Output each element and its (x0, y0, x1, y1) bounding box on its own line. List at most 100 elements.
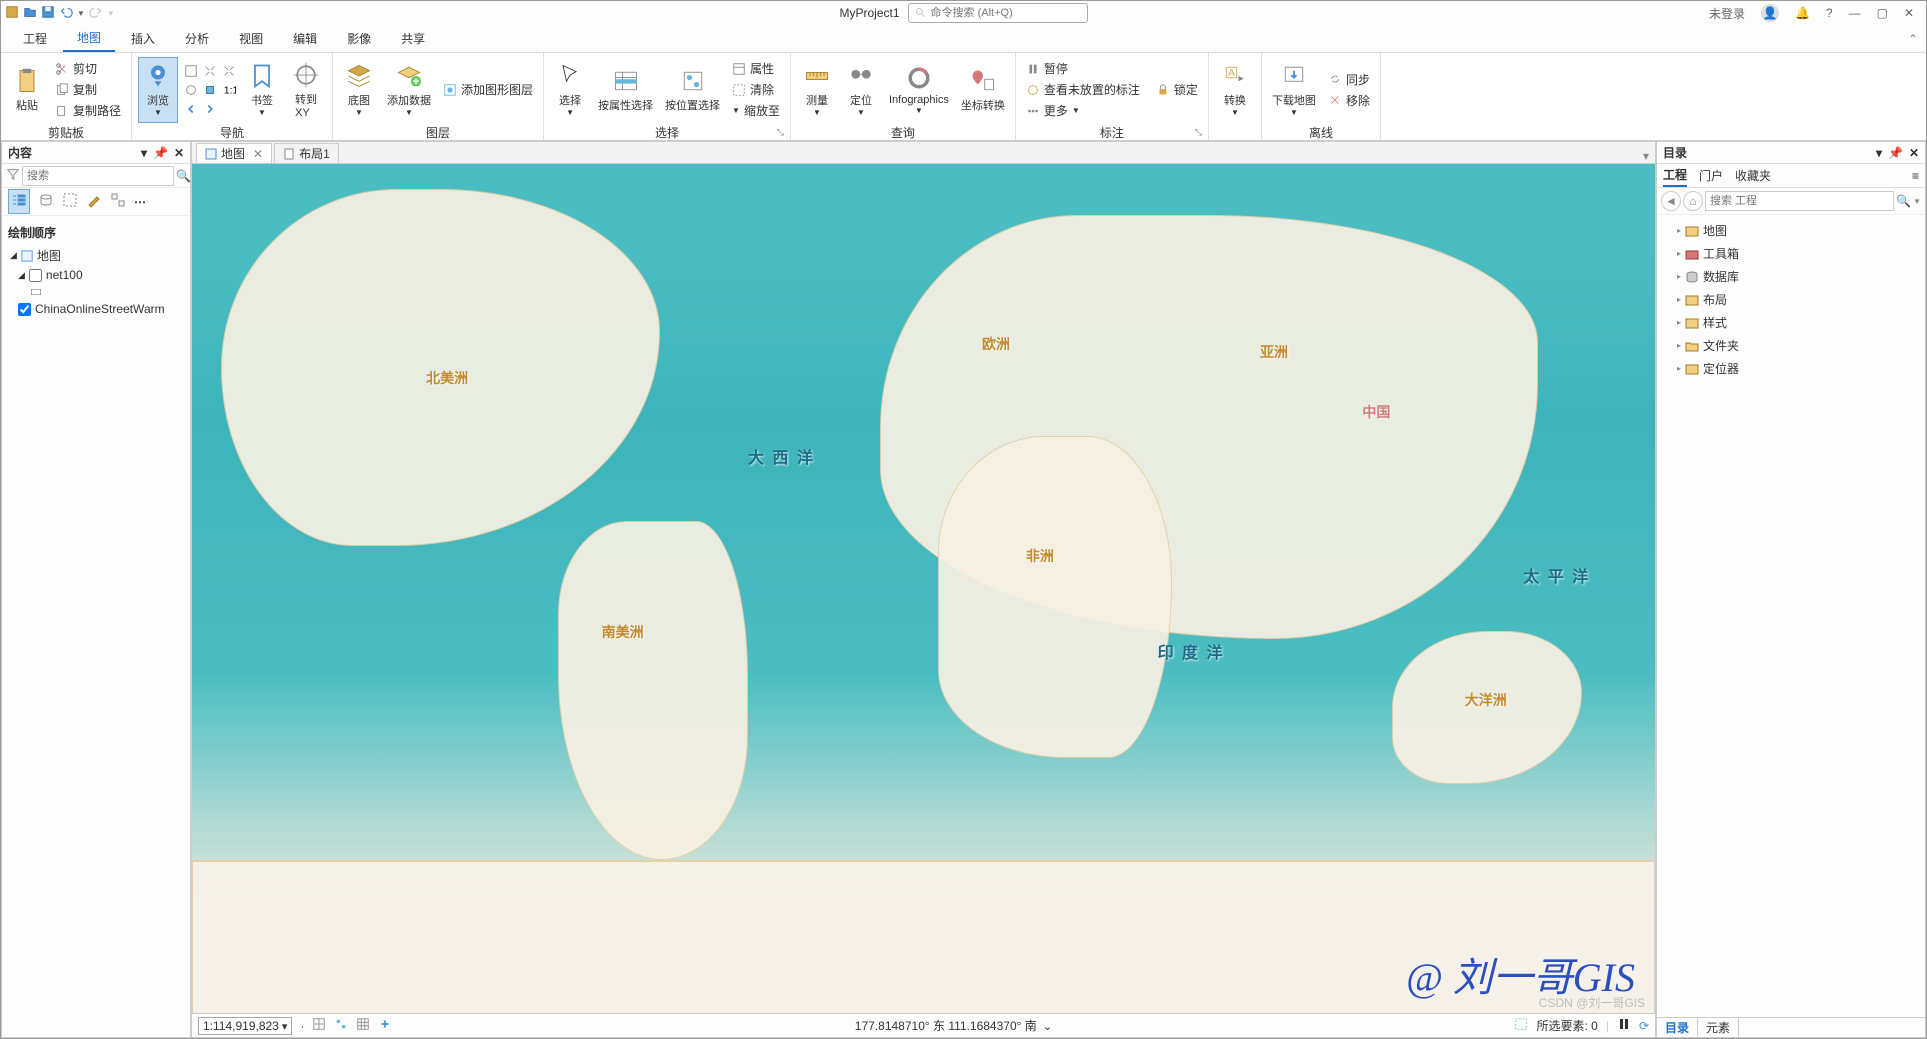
view-tab-layout[interactable]: 布局1 (274, 143, 339, 163)
status-snapping-icon[interactable] (334, 1017, 348, 1034)
bookmarks-button[interactable]: 书签▼ (242, 57, 282, 123)
open-project-icon[interactable] (23, 5, 37, 22)
list-by-drawing-order-icon[interactable] (8, 189, 30, 214)
catalog-tab-favorites[interactable]: 收藏夹 (1735, 165, 1771, 186)
list-by-snapping-icon[interactable] (110, 192, 126, 211)
catalog-item-maps[interactable]: ▸地图 (1661, 219, 1921, 242)
convert-button[interactable]: A 转换▼ (1215, 57, 1255, 123)
infographics-button[interactable]: Infographics▼ (885, 57, 953, 123)
goto-xy-button[interactable]: 转到 XY (286, 57, 326, 123)
tab-analysis[interactable]: 分析 (171, 26, 223, 51)
select-launcher-icon[interactable]: ⤡ (777, 127, 784, 138)
select-by-attr-button[interactable]: 按属性选择 (594, 57, 657, 123)
nav-back[interactable] (182, 100, 200, 118)
status-icon-1[interactable]: · (300, 1019, 304, 1033)
nav-zoom-to-sel[interactable] (201, 81, 219, 99)
catalog-autohide-icon[interactable]: 📌 (1888, 146, 1903, 160)
status-correction-icon[interactable] (378, 1017, 392, 1034)
filter-icon[interactable] (6, 167, 20, 184)
map-frame-item[interactable]: ◢ 地图 (6, 245, 186, 266)
add-data-button[interactable]: 添加数据▼ (383, 57, 435, 123)
catalog-item-styles[interactable]: ▸样式 (1661, 311, 1921, 334)
undo-icon[interactable] (59, 5, 73, 22)
nav-fixed-zoom-in[interactable] (201, 62, 219, 80)
bottom-tab-element[interactable]: 元素 (1698, 1017, 1739, 1038)
catalog-item-layouts[interactable]: ▸布局 (1661, 288, 1921, 311)
attributes-button[interactable]: 属性 (728, 59, 784, 79)
annotation-launcher-icon[interactable]: ⤡ (1195, 127, 1202, 138)
catalog-item-folders[interactable]: ▸文件夹 (1661, 334, 1921, 357)
layer-checkbox-basemap[interactable] (18, 303, 31, 316)
catalog-item-locators[interactable]: ▸定位器 (1661, 357, 1921, 380)
close-button[interactable]: ✕ (1904, 6, 1914, 20)
add-graphics-layer-button[interactable]: 添加图形图层 (439, 80, 537, 100)
nav-forward[interactable] (201, 100, 219, 118)
status-grid-icon[interactable] (356, 1017, 370, 1034)
tab-insert[interactable]: 插入 (117, 26, 169, 51)
zoom-to-selection-button[interactable]: ▼缩放至 (728, 101, 784, 121)
status-selected-icon[interactable] (1514, 1017, 1528, 1034)
nav-fixed-zoom-out[interactable] (220, 62, 238, 80)
catalog-close-icon[interactable]: ✕ (1909, 146, 1919, 160)
catalog-home-icon[interactable]: ⌂ (1683, 191, 1703, 211)
pause-drawing-icon[interactable] (1617, 1017, 1631, 1034)
view-tab-map[interactable]: 地图 ✕ (196, 143, 272, 163)
catalog-item-toolboxes[interactable]: ▸工具箱 (1661, 242, 1921, 265)
pause-labels-button[interactable]: 暂停 (1022, 59, 1144, 79)
help-icon[interactable]: ? (1826, 6, 1833, 20)
new-project-icon[interactable] (5, 5, 19, 22)
search-button-icon[interactable]: 🔍 (176, 169, 191, 183)
layer-checkbox-net100[interactable] (29, 269, 42, 282)
panel-menu-icon[interactable]: ▾ (141, 146, 147, 160)
login-status[interactable]: 未登录 (1709, 5, 1745, 22)
explore-button[interactable]: 浏览▼ (138, 57, 178, 123)
more-labels-button[interactable]: 更多▼ (1022, 101, 1144, 121)
tab-imagery[interactable]: 影像 (333, 26, 385, 51)
view-tabs-menu-icon[interactable]: ▾ (1637, 149, 1655, 163)
view-unplaced-button[interactable]: 查看未放置的标注 (1022, 80, 1144, 100)
tab-map[interactable]: 地图 (63, 25, 115, 52)
list-by-editing-icon[interactable] (86, 192, 102, 211)
locate-button[interactable]: 定位▼ (841, 57, 881, 123)
scale-input[interactable]: 1:114,919,823 ▾ (198, 1017, 292, 1035)
select-button[interactable]: 选择▼ (550, 57, 590, 123)
user-icon[interactable]: 👤 (1761, 4, 1779, 22)
list-by-selection-icon[interactable] (62, 192, 78, 211)
layer-net100[interactable]: ◢ net100 (6, 266, 186, 284)
panel-close-icon[interactable]: ✕ (174, 146, 184, 160)
catalog-hamburger-icon[interactable]: ≡ (1912, 167, 1919, 185)
nav-prev-extent[interactable] (182, 81, 200, 99)
minimize-button[interactable]: — (1849, 6, 1861, 20)
layer-symbol-net100[interactable] (6, 284, 186, 300)
command-search-input[interactable] (931, 7, 1081, 19)
layer-china-basemap[interactable]: ChinaOnlineStreetWarm (6, 300, 186, 318)
catalog-tab-portal[interactable]: 门户 (1699, 165, 1723, 186)
contents-more-icon[interactable]: ⋯ (134, 195, 146, 209)
download-map-button[interactable]: 下载地图▼ (1268, 57, 1320, 123)
undo-dropdown-icon[interactable]: ▼ (77, 9, 85, 18)
catalog-search-icon[interactable]: 🔍 (1896, 194, 1911, 208)
tab-share[interactable]: 共享 (387, 26, 439, 51)
bottom-tab-catalog[interactable]: 目录 (1657, 1017, 1698, 1038)
redo-dropdown-icon[interactable]: ▼ (107, 9, 115, 18)
basemap-button[interactable]: 底图▼ (339, 57, 379, 123)
tab-project[interactable]: 工程 (9, 26, 61, 51)
catalog-tab-project[interactable]: 工程 (1663, 164, 1687, 187)
nav-zoom-1-1[interactable]: 1:1 (220, 81, 238, 99)
refresh-icon[interactable]: ⟳ (1639, 1019, 1649, 1033)
cut-button[interactable]: 剪切 (51, 59, 125, 79)
sync-button[interactable]: 同步 (1324, 69, 1374, 89)
catalog-search-input[interactable] (1705, 191, 1894, 211)
close-tab-icon[interactable]: ✕ (253, 147, 263, 161)
lock-labels-button[interactable]: 锁定 (1152, 80, 1202, 100)
ribbon-collapse-icon[interactable]: ⌃ (1900, 32, 1926, 46)
nav-full-extent[interactable] (182, 62, 200, 80)
select-by-loc-button[interactable]: 按位置选择 (661, 57, 724, 123)
remove-button[interactable]: 移除 (1324, 90, 1374, 110)
panel-autohide-icon[interactable]: 📌 (153, 146, 168, 160)
copy-button[interactable]: 复制 (51, 80, 125, 100)
clear-selection-button[interactable]: 清除 (728, 80, 784, 100)
status-constraints-icon[interactable] (312, 1017, 326, 1034)
command-search-box[interactable] (908, 3, 1088, 23)
coord-convert-button[interactable]: 坐标转换 (957, 57, 1009, 123)
